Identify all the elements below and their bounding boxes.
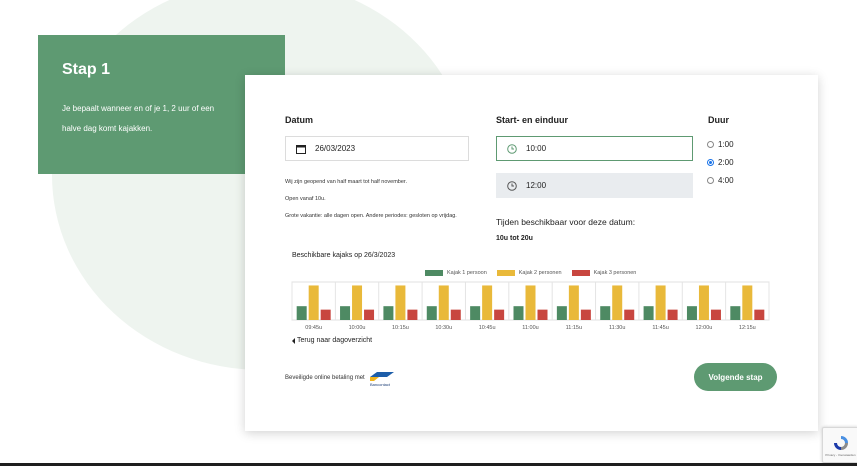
chart-bar-3-1: [364, 309, 375, 320]
chart-title: Beschikbare kajaks op 26/3/2023: [292, 252, 396, 259]
date-info-line-3: Grote vakantie: alle dagen open. Andere …: [285, 213, 457, 219]
chart-tick-label: 10:15u: [392, 325, 409, 331]
chart-bar-1-2: [383, 306, 394, 320]
chart-bar-2-1: [352, 285, 363, 320]
duration-label: Duur: [708, 115, 729, 125]
step-description: Je bepaalt wanneer en of je 1, 2 uur of …: [62, 104, 215, 133]
date-info-line-2: Open vanaf 10u.: [285, 196, 326, 202]
chart-bar-2-8: [655, 285, 666, 320]
chart-bar-1-0: [296, 306, 307, 320]
chart-tick-label: 11:00u: [522, 325, 538, 331]
chart-bar-2-9: [698, 285, 709, 320]
chart-tick-label: 11:15u: [566, 325, 582, 331]
clock-icon: [506, 143, 518, 155]
recaptcha-badge[interactable]: Privacy - Voorwaarden: [822, 427, 857, 463]
chart-bar-1-3: [426, 306, 437, 320]
back-to-overview-link[interactable]: Terug naar dagoverzicht: [292, 337, 372, 344]
date-value: 26/03/2023: [315, 144, 356, 153]
calendar-icon: [295, 143, 307, 155]
legend-item-kajak-2: Kajak 2 personen: [496, 270, 562, 276]
date-info-line-1: Wij zijn geopend van half maart tot half…: [285, 179, 407, 185]
available-times-label: Tijden beschikbaar voor deze datum:: [496, 217, 636, 227]
chart-bar-2-2: [395, 285, 406, 320]
date-label: Datum: [285, 115, 314, 125]
chart-bar-3-9: [710, 309, 721, 320]
next-step-button[interactable]: Volgende stap: [694, 363, 777, 391]
chart-bar-3-4: [494, 309, 505, 320]
chart-bar-2-7: [612, 285, 623, 320]
chart-tick-label: 12:00u: [696, 325, 713, 331]
chart-bar-2-0: [308, 285, 319, 320]
payment-text: Beveiligde online betaling met: [285, 375, 365, 381]
date-field[interactable]: 26/03/2023: [285, 136, 469, 161]
chart-tick-label: 12:15u: [739, 325, 756, 331]
chart-tick-label: 09:45u: [305, 325, 322, 331]
bancontact-logo: Bancontact: [369, 369, 395, 387]
legend-item-kajak-1: Kajak 1 persoon: [425, 270, 487, 276]
chart-bar-1-8: [643, 306, 654, 320]
chart-bar-2-5: [525, 285, 536, 320]
chart-bar-2-4: [482, 285, 493, 320]
radio-2-00[interactable]: [707, 159, 714, 166]
end-time-value: 12:00: [526, 181, 547, 190]
chart-bar-1-5: [513, 306, 524, 320]
recaptcha-icon: [833, 435, 848, 450]
recaptcha-text: Privacy - Voorwaarden: [825, 452, 856, 457]
chart-bar-3-10: [754, 309, 765, 320]
caret-left-icon: [292, 337, 295, 344]
step-title: Stap 1: [62, 61, 111, 78]
chart-legend: Kajak 1 persoon Kajak 2 personen Kajak 3…: [425, 270, 636, 276]
legend-item-kajak-3: Kajak 3 personen: [571, 270, 636, 276]
chart-bar-1-7: [600, 306, 611, 320]
chart-bar-1-4: [470, 306, 481, 320]
radio-1-00[interactable]: [707, 141, 714, 148]
chart-bar-3-0: [320, 309, 331, 320]
clock-icon: [506, 180, 518, 192]
duration-option-4[interactable]: 4:00: [707, 176, 734, 185]
start-time-field[interactable]: 10:00: [496, 136, 693, 161]
booking-form-card: Datum 26/03/2023 Wij zijn geopend van ha…: [245, 75, 818, 431]
chart-bar-3-8: [667, 309, 678, 320]
chart-tick-label: 10:30u: [435, 325, 452, 331]
chart-bar-2-6: [568, 285, 579, 320]
chart-bar-3-6: [580, 309, 591, 320]
chart-bar-1-10: [730, 306, 741, 320]
radio-4-00[interactable]: [707, 177, 714, 184]
chart-bar-1-1: [340, 306, 351, 320]
chart-bar-3-3: [450, 309, 461, 320]
available-times-value: 10u tot 20u: [496, 235, 533, 242]
chart-bar-2-10: [742, 285, 753, 320]
end-time-field[interactable]: 12:00: [496, 173, 693, 198]
chart-tick-label: 10:45u: [479, 325, 496, 331]
chart-tick-label: 10:00u: [349, 325, 366, 331]
duration-option-1[interactable]: 1:00: [707, 140, 734, 149]
chart-tick-label: 11:30u: [609, 325, 625, 331]
duration-option-2[interactable]: 2:00: [707, 158, 734, 167]
chart-bar-2-3: [438, 285, 449, 320]
svg-text:Bancontact: Bancontact: [370, 382, 391, 387]
chart-bar-3-5: [537, 309, 548, 320]
start-time-value: 10:00: [526, 144, 547, 153]
chart-tick-label: 11:45u: [652, 325, 668, 331]
chart-bar-3-7: [624, 309, 635, 320]
chart-bar-1-9: [686, 306, 697, 320]
chart-bar-3-2: [407, 309, 418, 320]
time-label: Start- en einduur: [496, 115, 569, 125]
chart-bar-1-6: [556, 306, 567, 320]
payment-info: Beveiligde online betaling met Bancontac…: [285, 369, 395, 387]
availability-chart: 09:45u 10:00u 10:15u 10:30u 10:45u 11:00u 11:1…: [291, 281, 770, 331]
